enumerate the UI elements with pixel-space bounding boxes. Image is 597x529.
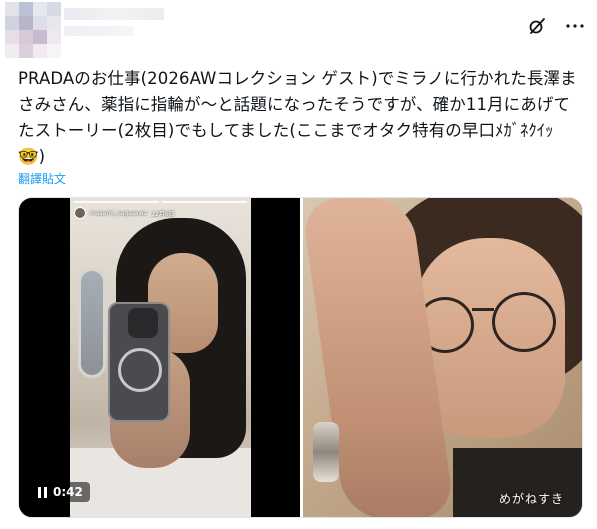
video-duration: 0:42 — [53, 485, 83, 499]
camera-lens — [128, 308, 158, 338]
story-avatar — [74, 207, 86, 219]
video-media[interactable]: masami_nagasawa 12月6日 0:42 — [19, 198, 300, 517]
video-controls[interactable]: 0:42 — [31, 482, 90, 502]
ring-shape — [313, 422, 339, 482]
display-name[interactable] — [64, 8, 164, 20]
header-actions — [527, 16, 585, 36]
username[interactable] — [64, 26, 134, 36]
glasses-bridge — [472, 308, 494, 311]
tweet-closing: ) — [38, 147, 46, 166]
story-username: masami_nagasawa — [90, 209, 148, 217]
phone-shape — [108, 302, 170, 422]
avatar[interactable] — [5, 2, 61, 62]
story-time: 12月6日 — [151, 210, 175, 218]
glasses-right-lens — [492, 292, 556, 352]
emoji-nerd: 🤓 — [18, 147, 39, 166]
tweet-card: PRADAのお仕事(2026AWコレクション ゲスト)でミラノに行かれた長澤まさ… — [0, 0, 597, 529]
more-icon[interactable] — [565, 16, 585, 36]
airplane-window — [78, 268, 106, 378]
media-grid: masami_nagasawa 12月6日 0:42 めがねすき — [18, 197, 583, 518]
pause-icon[interactable] — [38, 486, 47, 498]
tweet-body: PRADAのお仕事(2026AWコレクション ゲスト)でミラノに行かれた長澤まさ… — [18, 69, 577, 140]
story-progress — [74, 201, 247, 203]
tweet-text: PRADAのお仕事(2026AWコレクション ゲスト)でミラノに行かれた長澤まさ… — [18, 66, 583, 170]
translate-link[interactable]: 翻譯貼文 — [18, 170, 66, 187]
magsafe-ring — [118, 348, 162, 392]
story-header: masami_nagasawa 12月6日 — [74, 207, 175, 219]
image-media[interactable]: めがねすき — [300, 198, 582, 517]
story-frame: masami_nagasawa 12月6日 — [70, 198, 251, 517]
portrait-shirt — [453, 448, 582, 517]
grok-icon[interactable] — [527, 16, 547, 36]
image-caption: めがねすき — [498, 492, 564, 506]
